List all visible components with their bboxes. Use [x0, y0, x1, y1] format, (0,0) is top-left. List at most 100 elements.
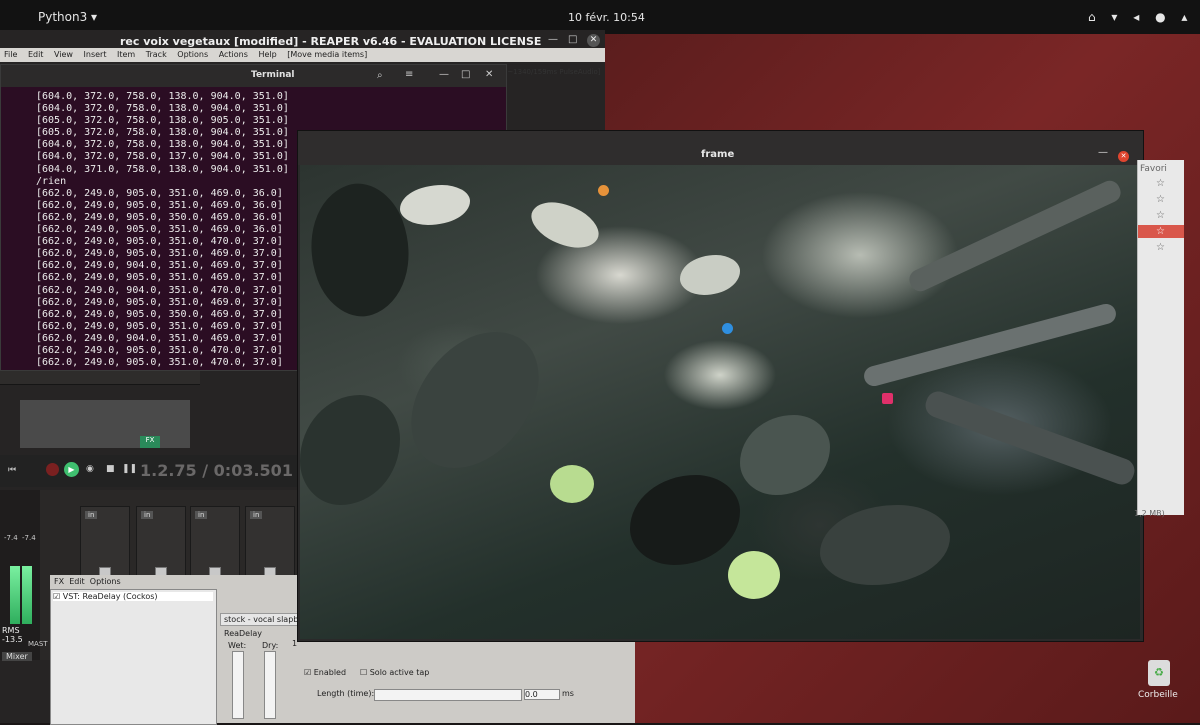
terminal-line: [662.0, 249.0, 905.0, 351.0, 469.0, 37.0…	[36, 272, 283, 284]
terminal-output[interactable]: [604.0, 372.0, 758.0, 138.0, 904.0, 351.…	[36, 91, 289, 369]
terminal-line: [662.0, 249.0, 905.0, 351.0, 470.0, 37.0…	[36, 357, 283, 369]
star-icon[interactable]: ☆	[1156, 210, 1165, 221]
fx-chain-entry[interactable]: ☑ VST: ReaDelay (Cockos)	[53, 592, 213, 601]
maximize-button[interactable]: □	[568, 34, 577, 45]
terminal-line: [662.0, 249.0, 905.0, 350.0, 469.0, 37.0…	[36, 308, 283, 320]
terminal-line: [605.0, 372.0, 758.0, 138.0, 905.0, 351.…	[36, 115, 289, 127]
fx-menu-options[interactable]: Options	[90, 577, 121, 586]
close-button[interactable]: ✕	[1118, 151, 1129, 162]
star-icon[interactable]: ☆	[1156, 242, 1165, 253]
tracking-marker-pink	[882, 393, 893, 404]
menu-options[interactable]: Options	[177, 50, 208, 59]
length-unit: ms	[562, 689, 574, 698]
input-selector[interactable]: in	[85, 511, 98, 519]
terminal-line: /rien	[36, 175, 67, 187]
fx-entry-label: VST: ReaDelay (Cockos)	[62, 592, 158, 601]
terminal-line: [662.0, 249.0, 905.0, 351.0, 469.0, 37.0…	[36, 320, 283, 332]
length-slider[interactable]	[374, 689, 522, 701]
trash-label: Corbeille	[1138, 690, 1178, 700]
menu-insert[interactable]: Insert	[84, 50, 107, 59]
menu-file[interactable]: File	[4, 50, 17, 59]
reaper-menubar: File Edit View Insert Item Track Options…	[0, 48, 605, 76]
camera-frame-image[interactable]	[300, 165, 1140, 639]
terminal-line: [662.0, 249.0, 905.0, 351.0, 469.0, 37.0…	[36, 296, 283, 308]
input-selector[interactable]: in	[250, 511, 263, 519]
terminal-line: [662.0, 249.0, 905.0, 351.0, 469.0, 36.0…	[36, 187, 283, 199]
minimize-button[interactable]: —	[439, 69, 449, 80]
undo-status: [Move media items]	[287, 50, 368, 59]
record-button[interactable]	[46, 463, 59, 476]
master-label: MAST	[28, 640, 48, 648]
repeat-icon[interactable]: ◉	[86, 464, 94, 474]
frame-header: frame — ✕	[298, 131, 1143, 165]
meter-value-left: -7.4	[4, 534, 18, 542]
solo-checkbox[interactable]: ☐ Solo active tap	[360, 668, 429, 677]
wet-slider[interactable]	[232, 651, 244, 719]
enabled-checkbox[interactable]: ☑ Enabled	[304, 668, 346, 677]
dry-label: Dry:	[262, 641, 279, 650]
enabled-label: Enabled	[313, 668, 347, 677]
pause-button[interactable]: ❚❚	[122, 464, 137, 474]
terminal-line: [662.0, 249.0, 905.0, 351.0, 469.0, 36.0…	[36, 199, 283, 211]
wet-label: Wet:	[228, 641, 247, 650]
length-input[interactable]: 0.0	[524, 689, 560, 700]
tracking-marker-blue	[722, 323, 733, 334]
close-button[interactable]: ✕	[587, 34, 600, 47]
menu-track[interactable]: Track	[146, 50, 167, 59]
fx-chain-list: ☑ VST: ReaDelay (Cockos)	[50, 589, 217, 725]
reaper-title: rec voix vegetaux [modified] - REAPER v6…	[120, 35, 542, 48]
terminal-header: Terminal ⌕ ≡ — □ ✕	[1, 65, 506, 87]
terminal-line: [604.0, 372.0, 758.0, 138.0, 904.0, 351.…	[36, 91, 289, 102]
meter-value-right: -7.4	[22, 534, 36, 542]
dry-slider[interactable]	[264, 651, 276, 719]
system-tray-icons[interactable]: ⌂ ▾ ◂ ● ▴	[1088, 10, 1193, 24]
fx-button[interactable]: FX	[140, 436, 160, 448]
star-icon[interactable]: ☆	[1156, 178, 1165, 189]
tracking-marker-orange	[598, 185, 609, 196]
stop-button[interactable]: ■	[106, 464, 115, 474]
close-button[interactable]: ✕	[485, 69, 493, 80]
menu-edit[interactable]: Edit	[28, 50, 44, 59]
menu-view[interactable]: View	[54, 50, 73, 59]
app-menu[interactable]: Python3 ▾	[38, 10, 97, 24]
play-button[interactable]: ▶	[64, 462, 79, 477]
terminal-line: [605.0, 372.0, 758.0, 138.0, 904.0, 351.…	[36, 127, 289, 139]
terminal-line: [662.0, 249.0, 904.0, 351.0, 470.0, 37.0…	[36, 284, 283, 296]
menu-icon[interactable]: ≡	[405, 69, 413, 80]
fx-enable-checkbox[interactable]: ☑	[53, 592, 60, 601]
terminal-line: [662.0, 249.0, 905.0, 350.0, 469.0, 36.0…	[36, 211, 283, 223]
maximize-button[interactable]: □	[461, 69, 470, 80]
minimize-button[interactable]: —	[1098, 147, 1108, 158]
fx-menubar: FX Edit Options	[54, 577, 121, 586]
star-icon[interactable]: ☆	[1156, 194, 1165, 205]
frame-window: frame — ✕	[297, 130, 1144, 642]
trash-desktop-icon[interactable]: ♻ Corbeille	[1138, 660, 1182, 708]
terminal-line: [662.0, 249.0, 905.0, 351.0, 470.0, 37.0…	[36, 236, 283, 248]
size-readout: 1,2 MB)	[1134, 509, 1165, 518]
star-icon[interactable]: ☆	[1156, 226, 1165, 237]
clock[interactable]: 10 févr. 10:54	[568, 11, 645, 24]
preset-dropdown[interactable]: stock - vocal slapb	[220, 613, 303, 626]
favorites-panel: Favori ☆ ☆ ☆ ☆ ☆ 1,2 MB)	[1134, 160, 1184, 518]
fx-menu-fx[interactable]: FX	[54, 577, 64, 586]
menu-actions[interactable]: Actions	[219, 50, 248, 59]
menu-help[interactable]: Help	[258, 50, 276, 59]
search-icon[interactable]: ⌕	[377, 70, 383, 81]
skip-back-icon[interactable]: ⏮	[8, 465, 16, 475]
fx-menu-edit[interactable]: Edit	[69, 577, 85, 586]
minimize-button[interactable]: —	[548, 34, 558, 45]
input-selector[interactable]: in	[141, 511, 154, 519]
terminal-line: [604.0, 372.0, 758.0, 137.0, 904.0, 351.…	[36, 151, 289, 163]
terminal-line: [662.0, 249.0, 905.0, 351.0, 469.0, 36.0…	[36, 224, 283, 236]
time-display: 1.2.75 / 0:03.501	[140, 461, 293, 480]
frame-title: frame	[701, 149, 735, 160]
plugin-name: ReaDelay	[224, 629, 262, 638]
menu-item[interactable]: Item	[117, 50, 135, 59]
mixer-tab[interactable]: Mixer	[2, 652, 32, 661]
media-item[interactable]	[20, 400, 190, 448]
master-channel: -7.4 -7.4 RMS -13.5 MAST Mixer	[0, 490, 48, 661]
length-label: Length (time):	[317, 689, 375, 698]
solo-label: Solo active tap	[369, 668, 430, 677]
input-selector[interactable]: in	[195, 511, 208, 519]
recycle-icon: ♻	[1148, 660, 1170, 686]
